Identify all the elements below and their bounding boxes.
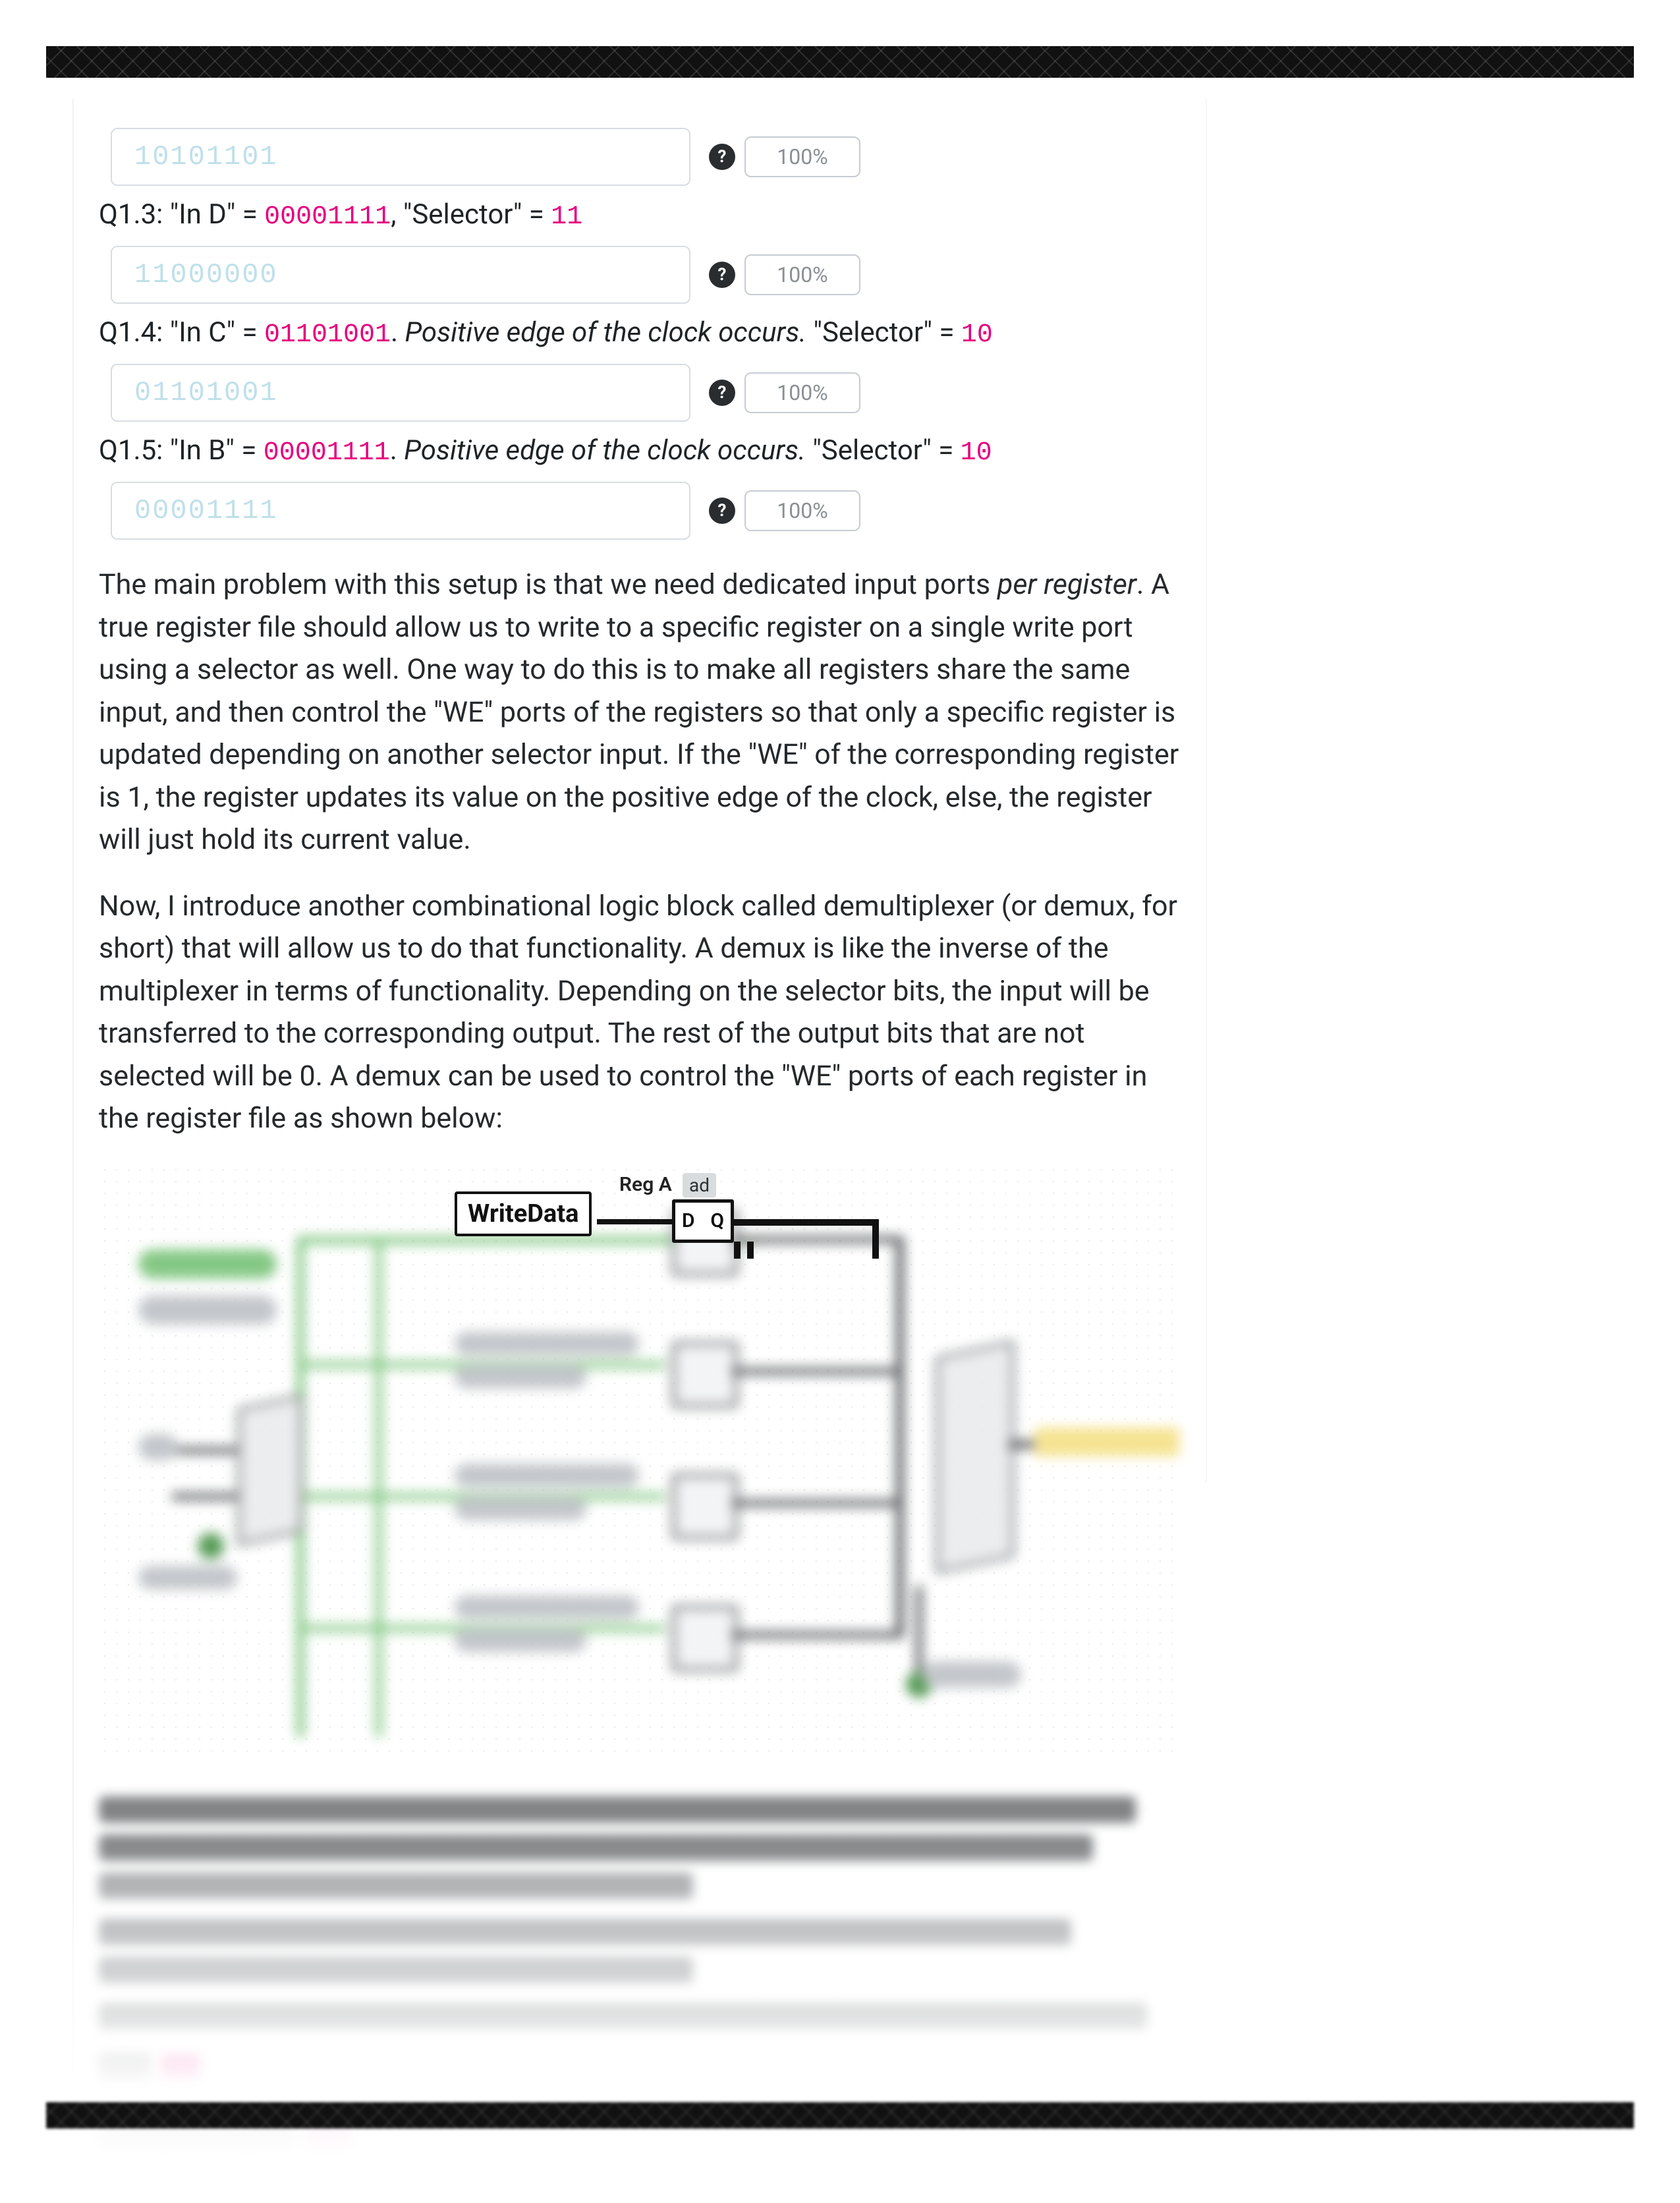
q-text: Q1.4: "In C" = [99,316,264,349]
answer-row: 11000000 ? 100% [111,246,1179,304]
register-file-figure: Reg A ad WriteData D Q [99,1164,1179,1757]
q-text: , "Selector" = [391,198,551,231]
q-code: 01101001 [264,320,391,350]
answer-value: 01101001 [134,377,278,409]
score-badge: ? 100% [709,490,860,531]
score-badge: ? 100% [709,372,860,413]
para-text: Now, I introduce another combinational l… [99,890,1177,1135]
help-icon[interactable]: ? [709,380,735,406]
chip-text: WriteData [468,1199,578,1228]
obscured-paragraph [99,2003,1179,2092]
decorative-bottom-bar [46,2102,1634,2129]
q-code: 10 [961,320,993,350]
score-box: 100% [744,136,860,177]
score-badge: ? 100% [709,136,860,177]
dq-d: D [682,1209,695,1232]
para-text: The main problem with this setup is that… [99,568,997,601]
q-text: Q1.3: "In D" = [99,198,264,231]
figure-wire [747,1242,754,1259]
figure-foreground: Reg A ad WriteData D Q [99,1164,1179,1757]
answer-row: 01101001 ? 100% [111,364,1179,422]
answer-value: 11000000 [134,259,278,291]
answer-input[interactable]: 10101101 [111,128,690,186]
q-text: . [391,316,405,349]
answer-value: 10101101 [134,141,278,173]
q-code: 00001111 [264,202,391,232]
para-text: . A true register file should allow us t… [99,568,1179,856]
answer-input[interactable]: 00001111 [111,482,690,540]
help-icon[interactable]: ? [709,498,735,524]
q-code: 10 [961,438,992,468]
score-box: 100% [744,254,860,295]
question-1-3: Q1.3: "In D" = 00001111, "Selector" = 11 [99,195,1179,237]
obscured-paragraph [99,1796,1179,1899]
question-1-4: Q1.4: "In C" = 01101001. Positive edge o… [99,313,1179,355]
page: 10101101 ? 100% Q1.3: "In D" = 00001111,… [0,0,1680,2175]
answer-row: 00001111 ? 100% [111,482,1179,540]
answer-input[interactable]: 01101001 [111,364,690,422]
answer-value: 00001111 [134,495,278,527]
obscured-paragraph [99,1919,1179,1984]
dq-q: Q [710,1209,724,1232]
figure-wire [597,1219,672,1224]
content-column: 10101101 ? 100% Q1.3: "In D" = 00001111,… [72,99,1206,2203]
help-icon[interactable]: ? [709,144,735,170]
answer-row: 10101101 ? 100% [111,128,1179,186]
q-text: "Selector" = [806,434,961,467]
para-italic: per register [997,568,1136,601]
figure-wire [734,1219,879,1226]
body-paragraph: The main problem with this setup is that… [99,563,1179,861]
figure-label-write-data: WriteData [455,1191,592,1236]
figure-dq-box: D Q [672,1199,734,1243]
question-1-5: Q1.5: "In B" = 00001111. Positive edge o… [99,431,1179,472]
q-code: 11 [551,202,582,232]
q-code: 00001111 [264,438,390,468]
q-text: . [390,434,405,467]
figure-label-reg-a: Reg A [619,1173,672,1196]
q-text: Q1.5: "In B" = [99,434,264,467]
q-italic: Positive edge of the clock occurs. [404,434,806,467]
decorative-top-bar [46,46,1634,78]
help-icon[interactable]: ? [709,262,735,288]
score-box: 100% [744,490,860,531]
body-paragraph: Now, I introduce another combinational l… [99,885,1179,1140]
figure-wire [872,1219,879,1259]
q-text: "Selector" = [806,316,961,349]
figure-wire [734,1242,741,1259]
column-divider-right [1206,99,1207,1483]
figure-tag-ad: ad [683,1173,716,1197]
score-badge: ? 100% [709,254,860,295]
score-box: 100% [744,372,860,413]
answer-input[interactable]: 11000000 [111,246,690,304]
q-italic: Positive edge of the clock occurs. [405,316,806,349]
